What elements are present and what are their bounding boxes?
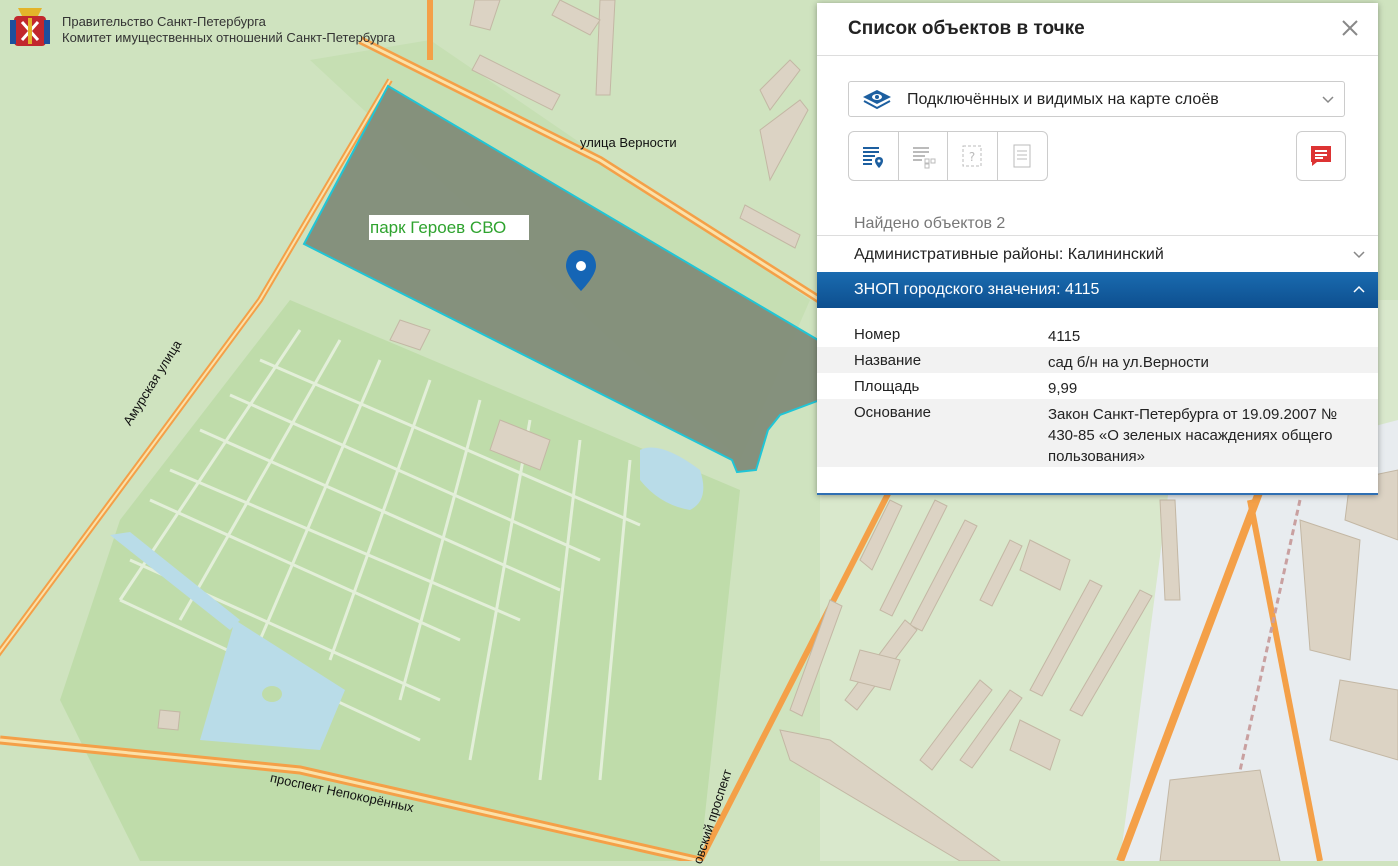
coat-of-arms-icon bbox=[10, 8, 50, 46]
list-tree-button[interactable] bbox=[899, 132, 948, 180]
report-icon bbox=[1311, 146, 1331, 166]
report-button[interactable] bbox=[1296, 131, 1346, 181]
header-line-1: Правительство Санкт-Петербурга bbox=[62, 14, 266, 29]
table-row: Площадь 9,99 bbox=[817, 373, 1378, 399]
accordion-label: ЗНОП городского значения: 4115 bbox=[854, 281, 1100, 298]
layer-select[interactable]: Подключённых и видимых на карте слоёв bbox=[848, 81, 1345, 117]
property-value: Закон Санкт-Петербурга от 19.09.2007 № 4… bbox=[1048, 406, 1338, 465]
svg-text:?: ? bbox=[969, 150, 975, 164]
header-line-2: Комитет имущественных отношений Санкт-Пе… bbox=[62, 30, 396, 45]
property-key: Номер bbox=[854, 326, 901, 343]
property-value: 9,99 bbox=[1048, 380, 1078, 397]
table-row: Основание Закон Санкт-Петербурга от 19.0… bbox=[817, 399, 1378, 467]
document-button[interactable] bbox=[998, 132, 1048, 180]
objects-panel: Список объектов в точке Подключённых и в… bbox=[817, 3, 1378, 495]
close-icon[interactable] bbox=[1338, 16, 1362, 40]
layers-icon bbox=[863, 90, 891, 110]
chevron-down-icon bbox=[1322, 96, 1334, 104]
view-toolbar: ? bbox=[848, 131, 1048, 181]
property-value: 4115 bbox=[1048, 328, 1081, 345]
property-key: Название bbox=[854, 352, 922, 369]
question-frame-icon: ? bbox=[962, 145, 982, 167]
list-tree-icon bbox=[912, 147, 936, 169]
table-row: Название сад б/н на ул.Верности bbox=[817, 347, 1378, 373]
list-location-button[interactable] bbox=[849, 132, 899, 180]
layer-select-value: Подключённых и видимых на карте слоёв bbox=[907, 91, 1219, 108]
street-label-vernosti: улица Верности bbox=[580, 135, 677, 150]
property-key: Основание bbox=[854, 404, 931, 421]
panel-title: Список объектов в точке bbox=[848, 18, 1085, 39]
property-key: Площадь bbox=[854, 378, 920, 395]
accordion-label: Административные районы: Калининский bbox=[854, 246, 1164, 263]
table-row: Номер 4115 bbox=[817, 321, 1378, 347]
panel-divider bbox=[817, 55, 1378, 56]
property-value: сад б/н на ул.Верности bbox=[1048, 354, 1209, 371]
park-label: парк Героев СВО bbox=[369, 215, 529, 240]
site-header: Правительство Санкт-Петербурга Комитет и… bbox=[8, 6, 395, 52]
found-count: Найдено объектов 2 bbox=[854, 215, 1006, 232]
document-icon bbox=[1013, 144, 1031, 168]
list-location-icon bbox=[863, 147, 884, 168]
accordion-znop[interactable]: ЗНОП городского значения: 4115 bbox=[817, 272, 1378, 308]
accordion-admin-districts[interactable]: Административные районы: Калининский bbox=[817, 235, 1378, 272]
chevron-up-icon bbox=[1353, 285, 1365, 293]
unknown-object-button[interactable]: ? bbox=[948, 132, 998, 180]
chevron-down-icon bbox=[1353, 251, 1365, 259]
properties-table: Номер 4115 Название сад б/н на ул.Вернос… bbox=[817, 321, 1378, 467]
